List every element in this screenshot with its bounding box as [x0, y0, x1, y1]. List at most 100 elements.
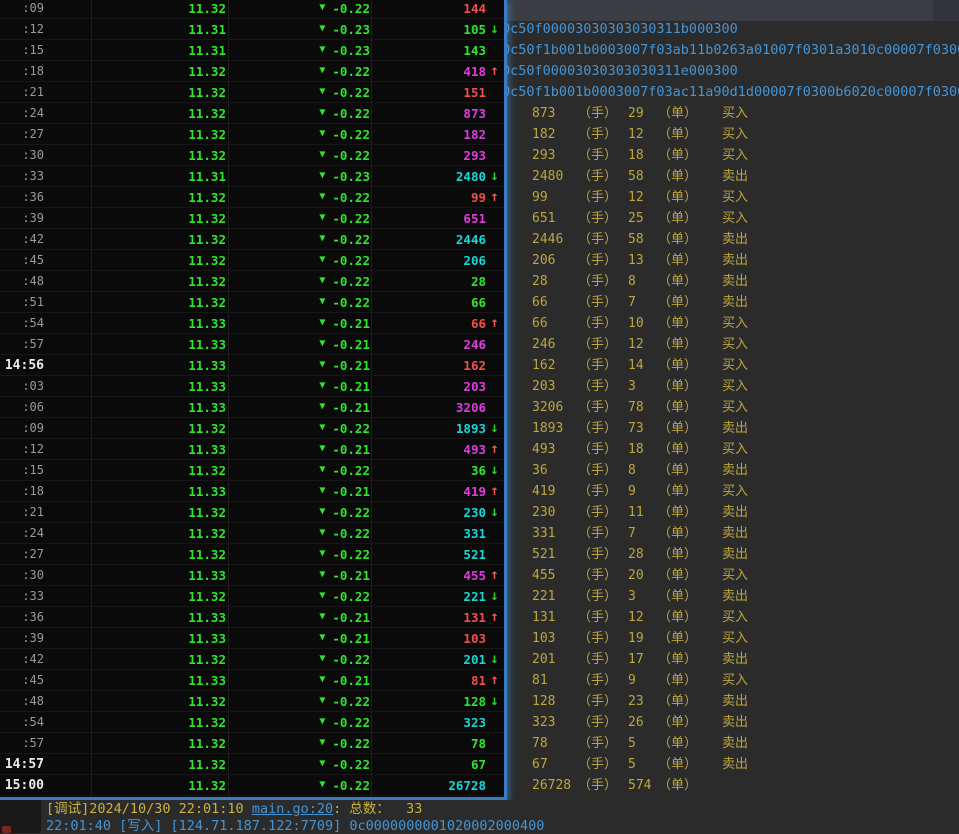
trade-direction: 买入 [722, 103, 748, 124]
volume-cell: 182 [371, 127, 486, 142]
tick-row[interactable]: :2411.32▼-0.22873 [0, 103, 504, 124]
price-cell: 11.32 [91, 148, 228, 163]
tick-row[interactable]: :0911.32▼-0.22144 [0, 0, 504, 19]
trade-volume: 221 [532, 586, 578, 607]
unit-hand: （手） [578, 376, 628, 397]
trade-direction: 卖出 [722, 250, 748, 271]
tick-row[interactable]: :5411.32▼-0.22323 [0, 712, 504, 733]
tick-row[interactable]: :1211.31▼-0.23105↓ [0, 19, 504, 40]
console-trade-line: 2480（手）58（单）卖出 [507, 166, 959, 187]
trade-direction: 买入 [722, 481, 748, 502]
tick-row[interactable]: :1811.32▼-0.22418↑ [0, 61, 504, 82]
tick-row[interactable]: :4811.32▼-0.2228 [0, 271, 504, 292]
change-cell: ▼-0.22 [228, 1, 371, 16]
trade-orders: 7 [628, 292, 658, 313]
unit-hand: （手） [578, 334, 628, 355]
tick-row[interactable]: :2411.32▼-0.22331 [0, 523, 504, 544]
unit-hand: （手） [578, 649, 628, 670]
price-cell: 11.32 [91, 85, 228, 100]
console-output: 0c50f00003030303030311b0003000c50f1b001b… [507, 0, 959, 800]
tick-row[interactable]: :3611.33▼-0.21131↑ [0, 607, 504, 628]
price-cell: 11.33 [91, 568, 228, 583]
unit-hand: （手） [578, 565, 628, 586]
unit-order: （单） [658, 460, 722, 481]
price-cell: 11.31 [91, 169, 228, 184]
unit-order: （单） [658, 691, 722, 712]
tick-row[interactable]: :1211.33▼-0.21493↑ [0, 439, 504, 460]
unit-order: （单） [658, 166, 722, 187]
tick-row[interactable]: :2711.32▼-0.22521 [0, 544, 504, 565]
tick-row[interactable]: :5111.32▼-0.2266 [0, 292, 504, 313]
trade-orders: 3 [628, 586, 658, 607]
tick-row[interactable]: :1511.31▼-0.23143 [0, 40, 504, 61]
unit-order: （单） [658, 418, 722, 439]
volume-cell: 206 [371, 253, 486, 268]
tick-row[interactable]: :4511.33▼-0.2181↑ [0, 670, 504, 691]
console-trade-line: 493（手）18（单）买入 [507, 439, 959, 460]
change-cell: ▼-0.22 [228, 463, 371, 478]
change-cell: ▼-0.23 [228, 22, 371, 37]
price-cell: 11.33 [91, 400, 228, 415]
change-value: -0.22 [332, 1, 370, 16]
console-trade-line: 331（手）7（单）卖出 [507, 523, 959, 544]
change-value: -0.22 [332, 526, 370, 541]
down-triangle-icon: ▼ [319, 486, 325, 496]
unit-order: （单） [658, 502, 722, 523]
down-triangle-icon: ▼ [319, 276, 325, 286]
tick-row[interactable]: 14:5611.33▼-0.21162 [0, 355, 504, 376]
trade-direction: 卖出 [722, 418, 748, 439]
trade-volume: 1893 [532, 418, 578, 439]
down-triangle-icon: ▼ [319, 213, 325, 223]
tick-row[interactable]: :4511.32▼-0.22206 [0, 250, 504, 271]
tick-row[interactable]: :2711.32▼-0.22182 [0, 124, 504, 145]
change-value: -0.23 [332, 169, 370, 184]
tick-row[interactable]: :3611.32▼-0.2299↑ [0, 187, 504, 208]
tick-row[interactable]: :3911.32▼-0.22651 [0, 208, 504, 229]
price-cell: 11.32 [91, 232, 228, 247]
tick-row[interactable]: :1511.32▼-0.2236↓ [0, 460, 504, 481]
change-cell: ▼-0.22 [228, 778, 371, 793]
tick-row[interactable]: :5411.33▼-0.2166↑ [0, 313, 504, 334]
console-trade-line: 78（手）5（单）卖出 [507, 733, 959, 754]
down-triangle-icon: ▼ [319, 717, 325, 727]
tick-row[interactable]: 14:5711.32▼-0.2267 [0, 754, 504, 775]
tick-row[interactable]: :5711.32▼-0.2278 [0, 733, 504, 754]
volume-cell: 28 [371, 274, 486, 289]
tick-row[interactable]: :4811.32▼-0.22128↓ [0, 691, 504, 712]
tick-row[interactable]: :4211.32▼-0.22201↓ [0, 649, 504, 670]
tick-row[interactable]: :2111.32▼-0.22151 [0, 82, 504, 103]
down-triangle-icon: ▼ [319, 465, 325, 475]
trade-volume: 182 [532, 124, 578, 145]
tick-row[interactable]: :1811.33▼-0.21419↑ [0, 481, 504, 502]
tick-row[interactable]: :4211.32▼-0.222446 [0, 229, 504, 250]
volume-cell: 293 [371, 148, 486, 163]
unit-hand: （手） [578, 544, 628, 565]
tick-row[interactable]: 15:0011.32▼-0.2226728 [0, 775, 504, 796]
volume-cell: 455 [371, 568, 486, 583]
source-link[interactable]: main.go:20 [252, 801, 333, 817]
tick-row[interactable]: :3311.32▼-0.22221↓ [0, 586, 504, 607]
unit-order: （单） [658, 103, 722, 124]
tick-row[interactable]: :0911.32▼-0.221893↓ [0, 418, 504, 439]
trade-direction: 卖出 [722, 586, 748, 607]
change-cell: ▼-0.23 [228, 169, 371, 184]
unit-order: （单） [658, 775, 722, 796]
down-triangle-icon: ▼ [319, 192, 325, 202]
trade-volume: 99 [532, 187, 578, 208]
tick-row[interactable]: :3911.33▼-0.21103 [0, 628, 504, 649]
tick-row[interactable]: :0311.33▼-0.21203 [0, 376, 504, 397]
tick-row[interactable]: :3311.31▼-0.232480↓ [0, 166, 504, 187]
tick-row[interactable]: :0611.33▼-0.213206 [0, 397, 504, 418]
tick-row[interactable]: :3011.33▼-0.21455↑ [0, 565, 504, 586]
trade-volume: 36 [532, 460, 578, 481]
change-cell: ▼-0.22 [228, 715, 371, 730]
trade-orders: 8 [628, 460, 658, 481]
tick-row[interactable]: :2111.32▼-0.22230↓ [0, 502, 504, 523]
price-cell: 11.32 [91, 295, 228, 310]
tick-row[interactable]: :5711.33▼-0.21246 [0, 334, 504, 355]
volume-cell: 143 [371, 43, 486, 58]
change-cell: ▼-0.22 [228, 736, 371, 751]
unit-hand: （手） [578, 754, 628, 775]
tick-row[interactable]: :3011.32▼-0.22293 [0, 145, 504, 166]
time-cell: :42 [0, 652, 91, 666]
